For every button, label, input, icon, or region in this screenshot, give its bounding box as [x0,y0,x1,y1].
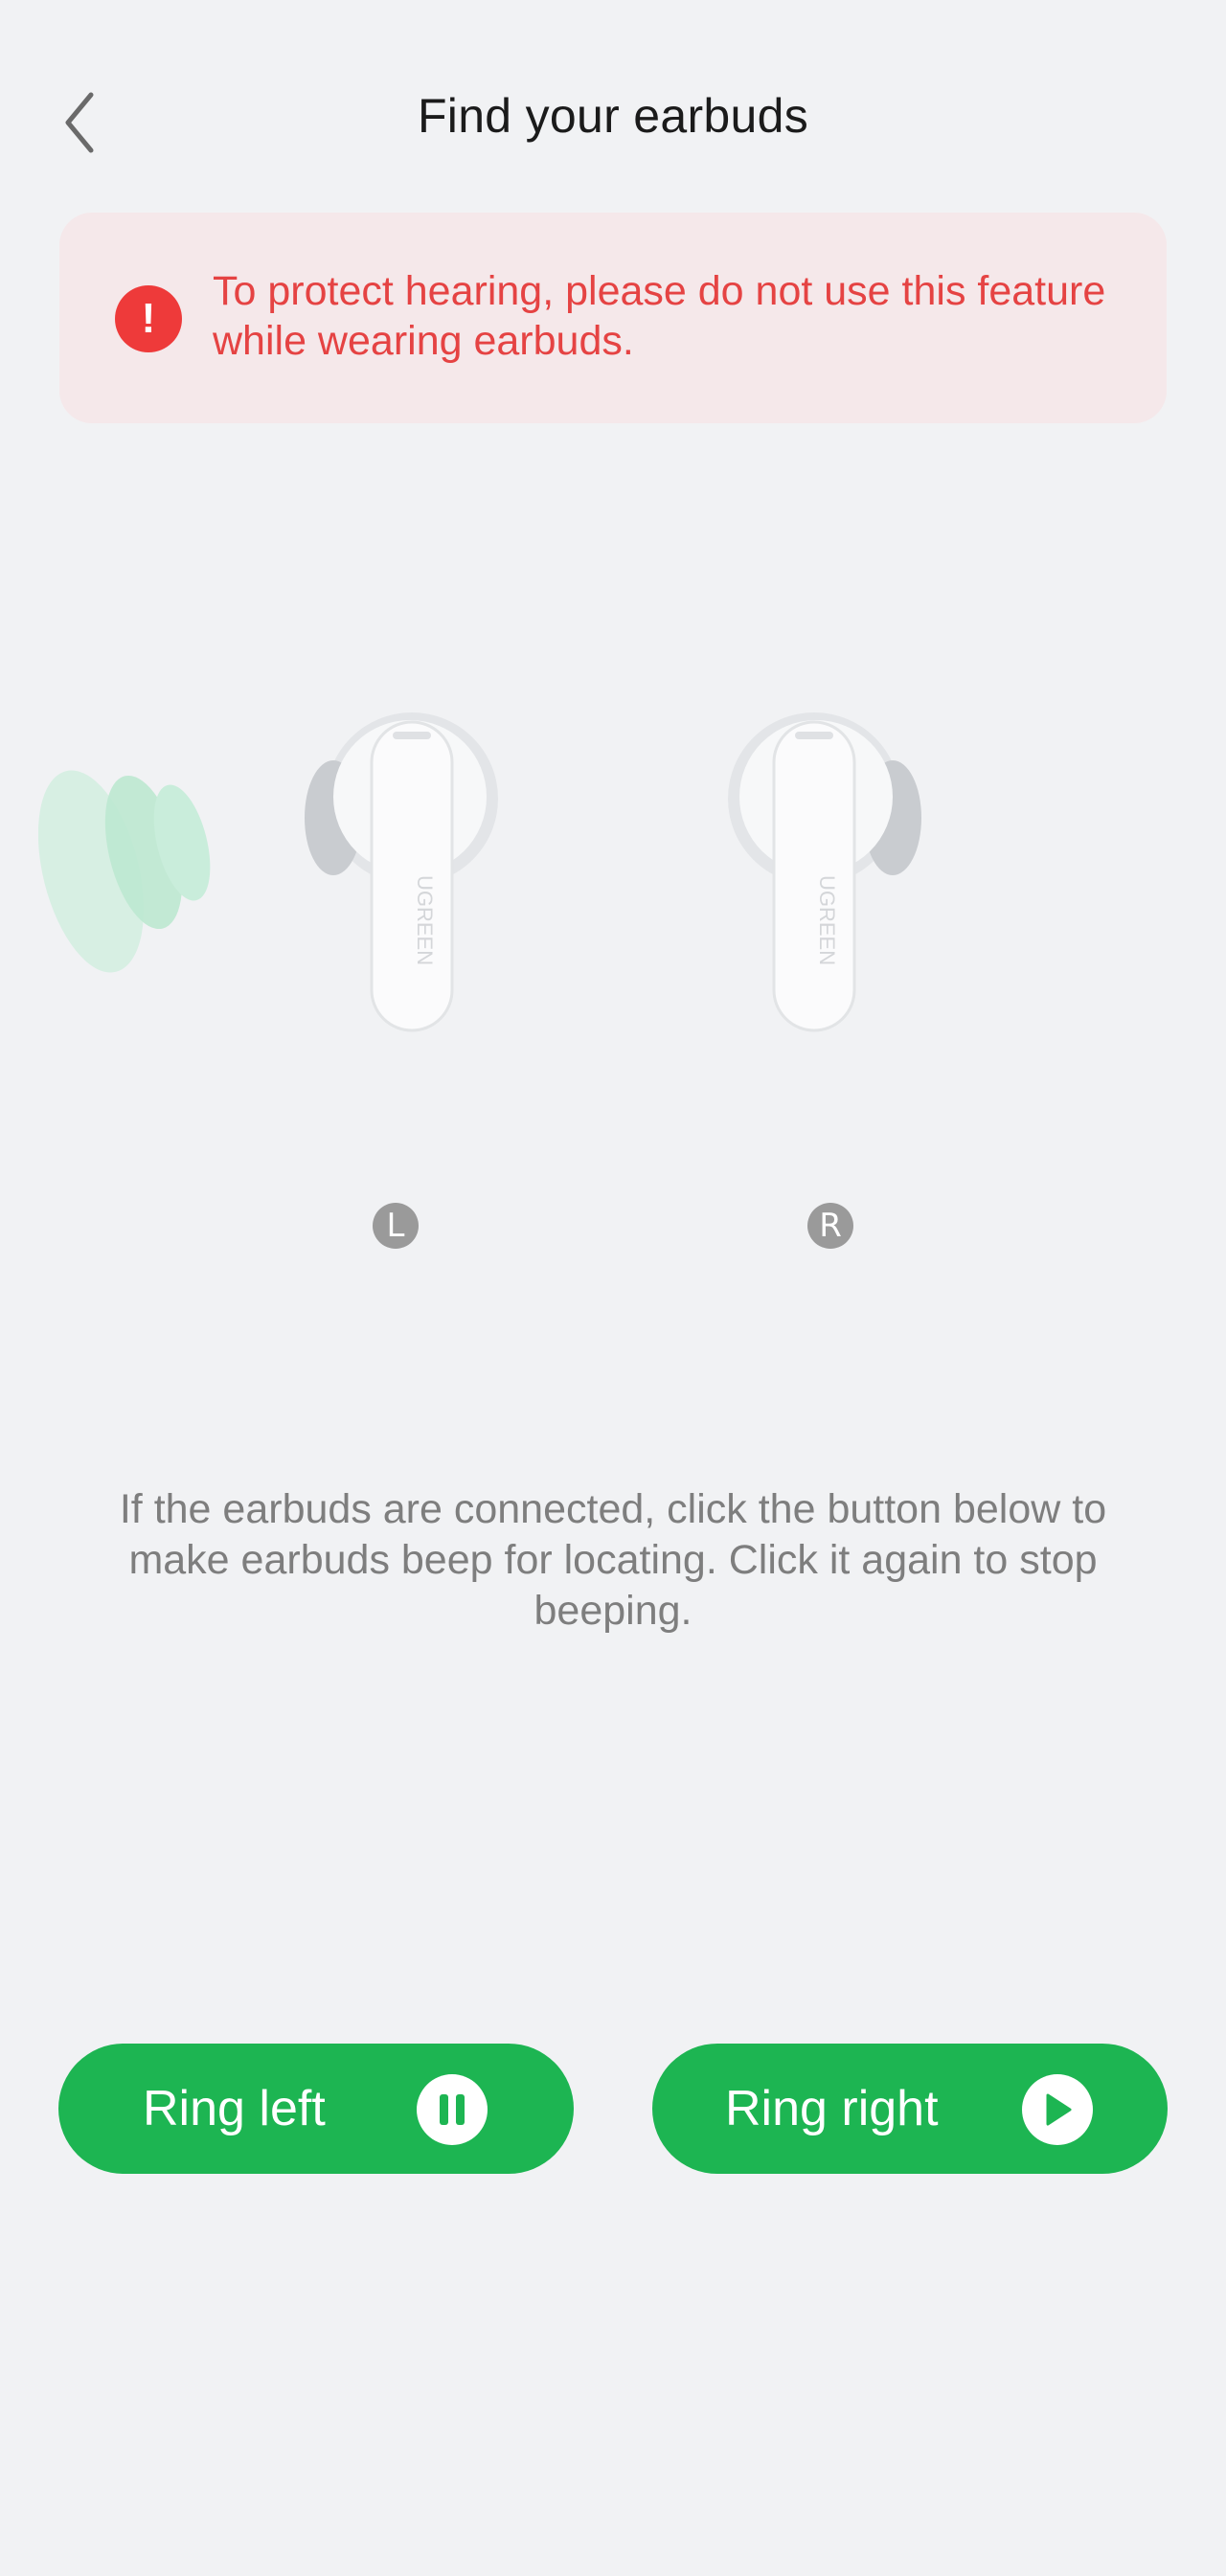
ring-right-label: Ring right [725,2081,939,2136]
play-icon [1022,2074,1093,2145]
find-earbuds-screen: Find your earbuds ! To protect hearing, … [0,0,1226,2576]
left-side-badge: L [373,1203,419,1249]
right-side-badge: R [807,1203,853,1249]
ring-right-button[interactable]: Ring right [652,2044,1168,2174]
left-earbud-image: UGREEN [305,712,498,1032]
ring-left-button[interactable]: Ring left [58,2044,574,2174]
warning-text: To protect hearing, please do not use th… [213,268,1106,364]
sound-waves-icon [38,770,211,973]
pause-icon [417,2074,488,2145]
ring-left-label: Ring left [143,2081,326,2136]
hearing-warning-banner: ! To protect hearing, please do not use … [59,213,1167,423]
left-earbud-brand: UGREEN [413,875,437,965]
exclamation-icon: ! [115,285,182,352]
right-earbud-brand: UGREEN [815,875,839,965]
instructions-text: If the earbuds are connected, click the … [119,1486,1107,1634]
page-title: Find your earbuds [417,89,809,143]
right-earbud-image: UGREEN [728,712,921,1032]
